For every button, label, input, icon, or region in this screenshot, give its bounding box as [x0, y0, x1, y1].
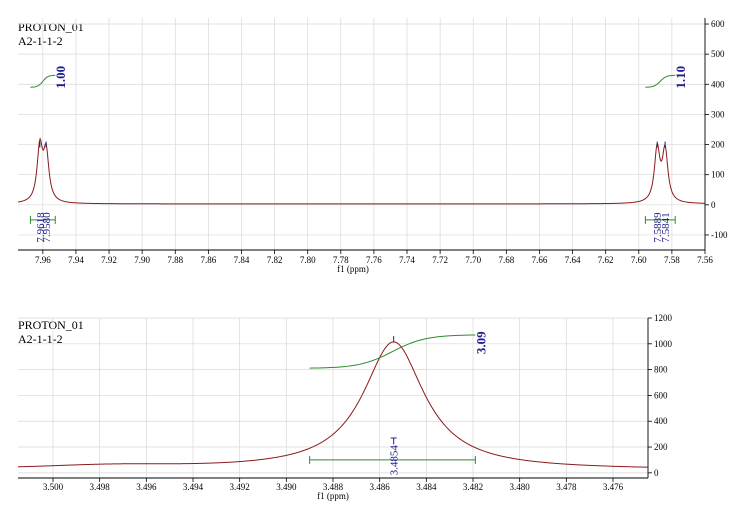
y-tick-label: 0: [711, 200, 716, 210]
x-tick-label: 7.56: [697, 255, 713, 265]
x-tick-label: 3.476: [603, 482, 624, 492]
x-tick-label: 7.70: [465, 255, 481, 265]
y-tick-label: 200: [711, 140, 725, 150]
x-tick-label: 7.94: [68, 255, 84, 265]
x-axis-label: f1 (ppm): [317, 491, 349, 501]
x-tick-label: 3.482: [463, 482, 483, 492]
x-tick-label: 7.92: [101, 255, 117, 265]
x-tick-label: 7.60: [631, 255, 647, 265]
peak-label: 7.5841: [660, 212, 672, 242]
y-tick-label: 200: [654, 442, 668, 452]
x-tick-label: 7.58: [664, 255, 680, 265]
x-tick-label: 3.498: [90, 482, 111, 492]
x-tick-label: 3.494: [183, 482, 204, 492]
x-tick-label: 3.480: [510, 482, 531, 492]
y-tick-label: 500: [711, 49, 725, 59]
y-tick-label: 1200: [654, 313, 673, 323]
x-tick-label: 7.88: [167, 255, 183, 265]
x-tick-label: 7.62: [598, 255, 614, 265]
y-tick-label: 600: [654, 390, 668, 400]
integral-curve: [309, 334, 476, 369]
integral-value-label: 3.09: [473, 331, 488, 354]
spectrum-panel-aromatic: PROTON_01 A2-1-1-2 f1 (ppm) 7.96 7.94 7.92…: [17, 18, 728, 274]
y-tick-label: 0: [654, 468, 659, 478]
y-tick-label: 400: [654, 416, 668, 426]
x-tick-label: 3.488: [323, 482, 344, 492]
x-tick-label: 7.76: [366, 255, 382, 265]
x-tick-label: 7.84: [234, 255, 250, 265]
x-tick-label: 3.478: [556, 482, 577, 492]
panel-title-line-1: PROTON_01: [18, 20, 84, 34]
x-tick-label: 7.86: [200, 255, 216, 265]
x-tick-label: 7.68: [498, 255, 514, 265]
x-tick-label: 7.90: [134, 255, 150, 265]
x-tick-label: 7.66: [532, 255, 548, 265]
y-tick-label: 100: [711, 170, 725, 180]
peak-label: 7.9580: [41, 212, 53, 243]
panel-title-line-2: A2-1-1-2: [18, 34, 63, 48]
x-tick-label: 7.72: [432, 255, 448, 265]
y-tick-label: 800: [654, 365, 668, 375]
x-tick-label: 7.78: [333, 255, 349, 265]
y-tick-label: 400: [711, 79, 725, 89]
nmr-spectra-figure: PROTON_01 A2-1-1-2 f1 (ppm) 7.96 7.94 7.92…: [17, 18, 728, 501]
x-tick-label: 3.500: [43, 482, 64, 492]
integral-value-label: 1.10: [673, 66, 688, 89]
x-tick-label: 3.492: [230, 482, 250, 492]
y-tick-label: 300: [711, 109, 725, 119]
x-tick-label: 3.496: [136, 482, 157, 492]
y-tick-label: 1000: [654, 339, 673, 349]
integral-value-label: 1.00: [53, 66, 68, 89]
x-tick-label: 7.96: [35, 255, 51, 265]
x-axis-label: f1 (ppm): [337, 264, 369, 274]
x-tick-label: 7.80: [300, 255, 316, 265]
spectrum-series-line: [17, 137, 706, 205]
x-tick-label: 7.74: [399, 255, 415, 265]
x-tick-label: 7.82: [267, 255, 283, 265]
peak-label: 3.4854: [389, 445, 401, 476]
x-tick-label: 3.484: [416, 482, 437, 492]
y-tick-label: 600: [711, 19, 725, 29]
x-tick-label: 3.490: [276, 482, 297, 492]
spectrum-panel-aliphatic: PROTON_01 A2-1-1-2 f1 (ppm) 3.500 3.498 3.…: [17, 313, 673, 501]
integral-curve: [645, 74, 676, 88]
x-tick-label: 3.486: [370, 482, 391, 492]
x-tick-label: 7.64: [565, 255, 581, 265]
panel-title-line-1: PROTON_01: [18, 318, 84, 332]
y-tick-label: -100: [711, 230, 728, 240]
